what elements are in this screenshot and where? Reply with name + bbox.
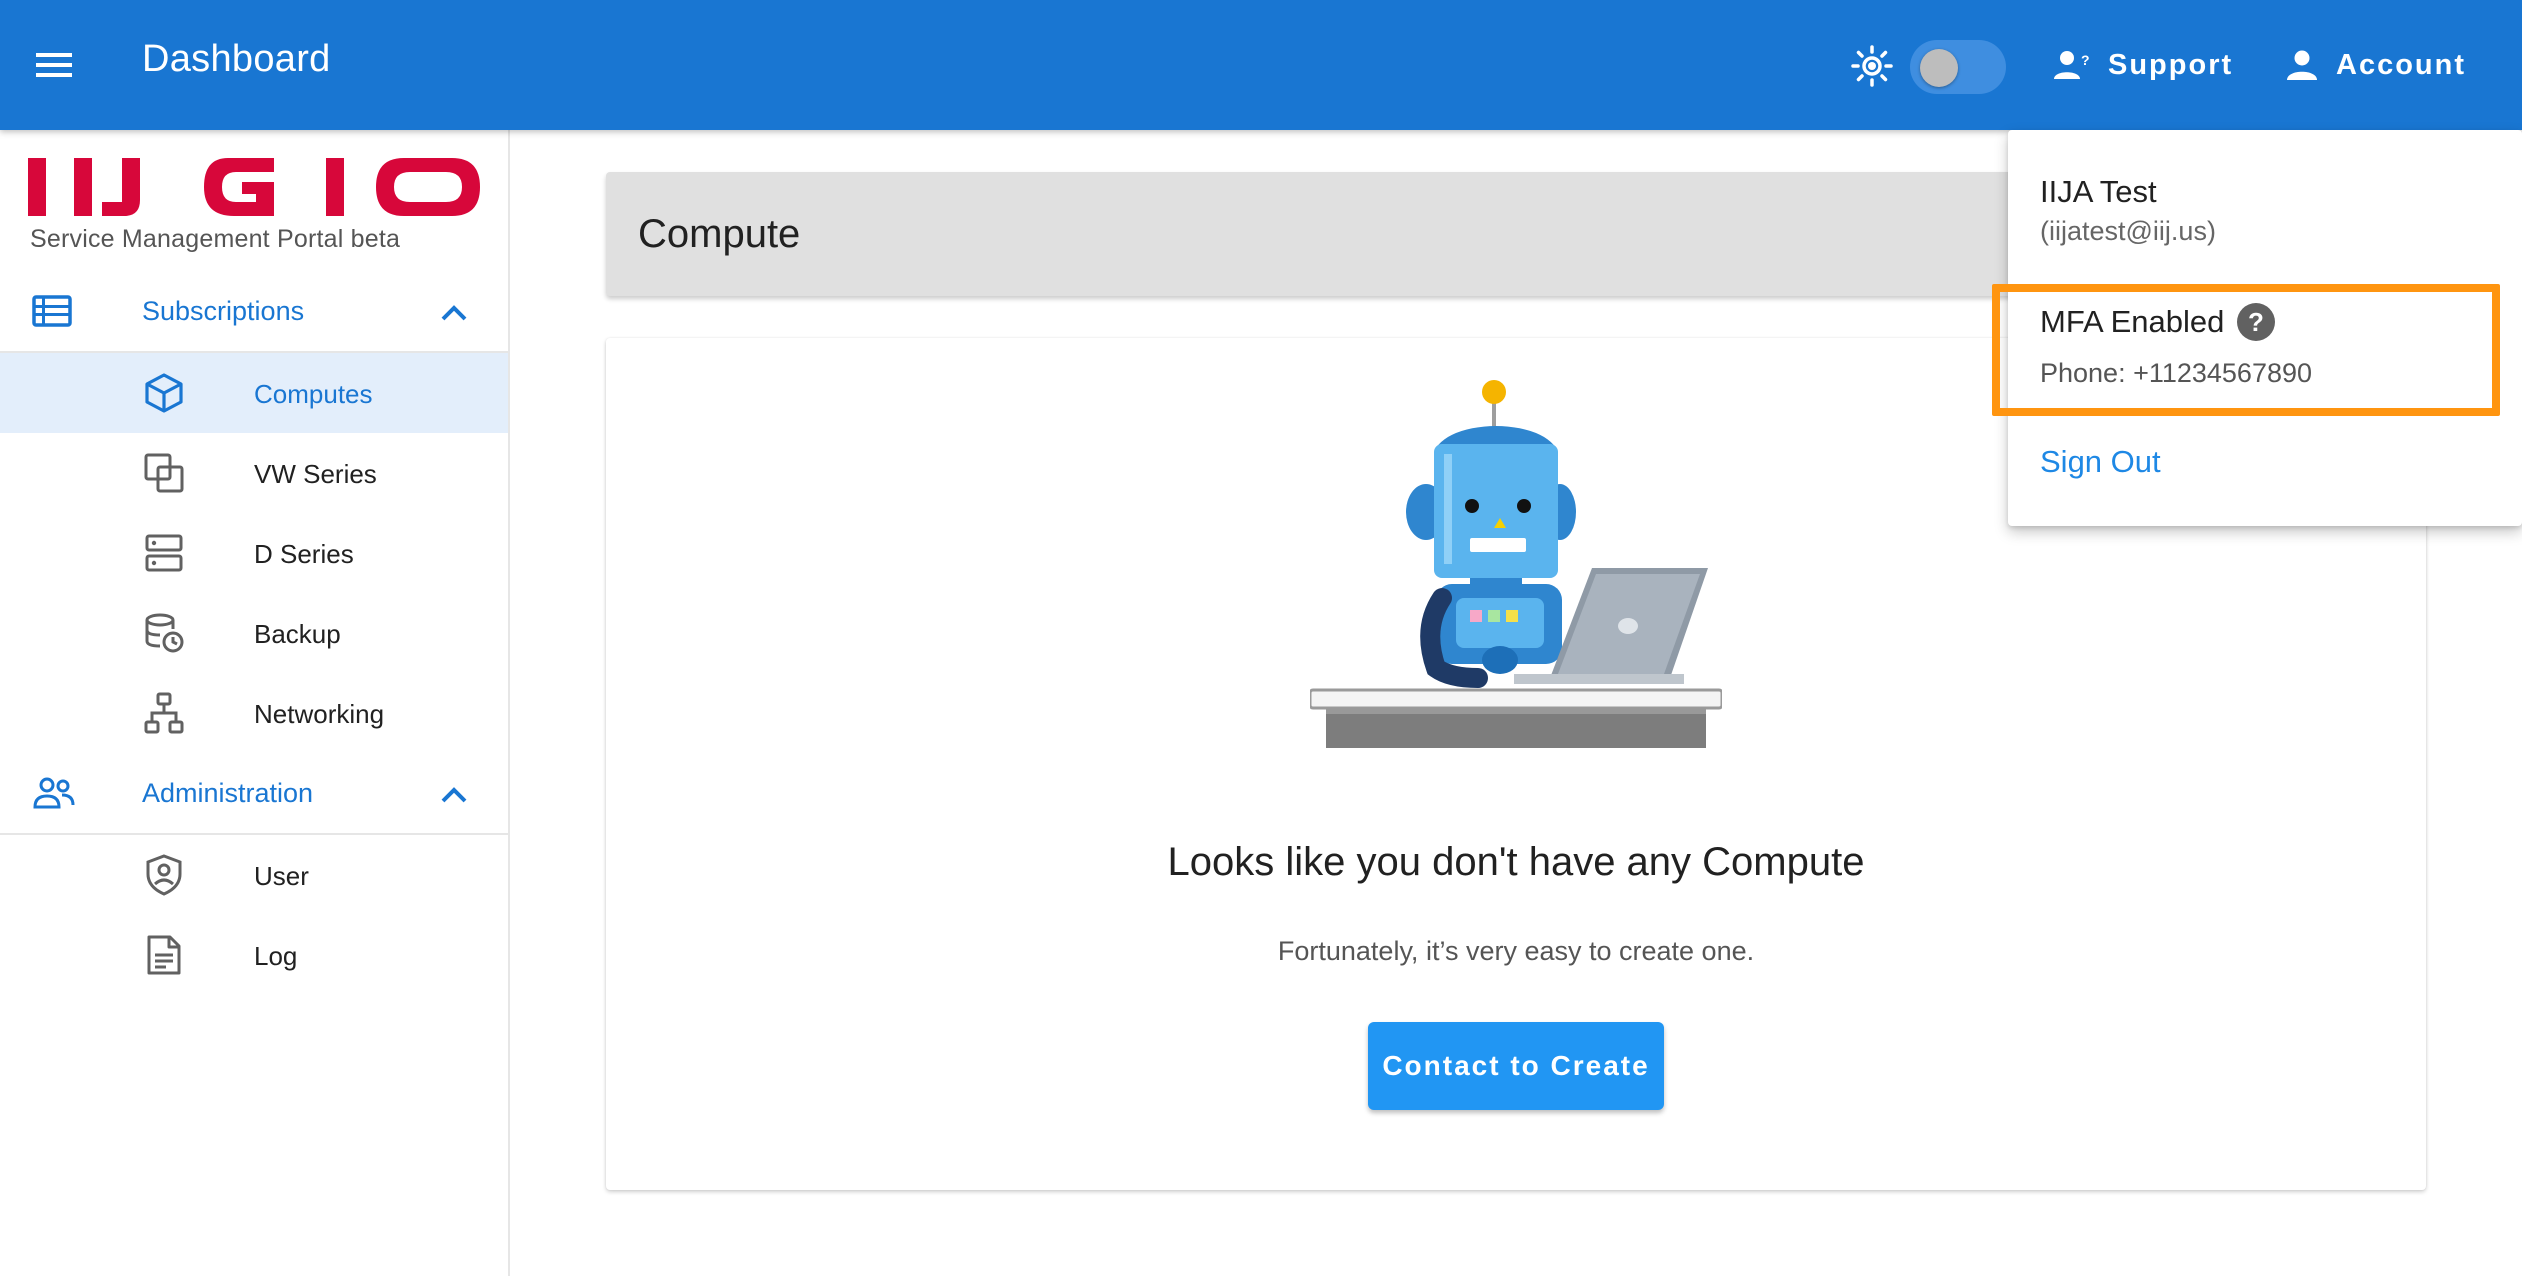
chevron-up-icon[interactable]	[436, 777, 472, 813]
account-menu-button[interactable]: Account	[2284, 40, 2466, 90]
support-link[interactable]: ? Support	[2052, 40, 2233, 90]
mfa-label: MFA Enabled	[2040, 304, 2225, 339]
help-icon[interactable]: ?	[2236, 302, 2276, 342]
brightness-icon	[1851, 45, 1893, 87]
account-label: Account	[2336, 48, 2466, 81]
support-person-icon: ?	[2054, 51, 2090, 79]
section-label: Administration	[142, 778, 314, 808]
menu-button[interactable]	[24, 40, 84, 90]
contact-to-create-button[interactable]: Contact to Create	[1368, 1022, 1664, 1110]
sidebar-item-d-series[interactable]: D Series	[0, 513, 508, 593]
mfa-phone: Phone: +11234567890	[2040, 358, 2313, 388]
sidebar-item-vw-series[interactable]: VW Series	[0, 433, 508, 513]
database-clock-icon	[145, 613, 184, 653]
sidebar: Service Management Portal beta Subscript…	[0, 130, 510, 1276]
sidebar-item-user[interactable]: User	[0, 835, 508, 915]
section-title: Compute	[638, 212, 801, 256]
hamburger-icon	[36, 53, 72, 77]
sidebar-item-computes[interactable]: Computes	[0, 353, 508, 433]
user-name: IIJA Test	[2040, 174, 2157, 209]
theme-switch[interactable]	[1850, 36, 2010, 96]
person-icon	[2287, 50, 2317, 80]
list-icon	[32, 295, 72, 327]
cube-icon	[145, 373, 183, 413]
iij-gio-logo	[28, 158, 480, 216]
shield-user-icon	[146, 854, 182, 896]
sidebar-item-label: User	[254, 861, 309, 891]
network-icon	[144, 692, 184, 734]
sidebar-item-label: D Series	[254, 539, 354, 569]
sidebar-item-label: Log	[254, 941, 298, 971]
empty-state-title: Looks like you don't have any Compute	[1167, 840, 1865, 884]
empty-state-subtitle: Fortunately, it’s very easy to create on…	[1277, 936, 1755, 966]
theme-toggle-knob[interactable]	[1920, 49, 1958, 87]
portal-subtitle: Service Management Portal beta	[30, 225, 401, 253]
section-label: Subscriptions	[142, 296, 305, 326]
section-subscriptions[interactable]: Subscriptions	[0, 273, 508, 351]
sidebar-item-networking[interactable]: Networking	[0, 673, 508, 753]
document-icon	[147, 935, 181, 975]
svg-text:?: ?	[2248, 307, 2264, 337]
page-title: Dashboard	[142, 38, 331, 80]
sidebar-item-label: VW Series	[254, 459, 377, 489]
support-label: Support	[2108, 48, 2234, 81]
sidebar-item-log[interactable]: Log	[0, 915, 508, 995]
theme-toggle-track[interactable]	[1910, 40, 2006, 94]
robot-illustration	[1310, 380, 1722, 748]
chevron-up-icon[interactable]	[436, 295, 472, 331]
user-email: (iijatest@iij.us)	[2040, 216, 2216, 246]
svg-text:?: ?	[2081, 52, 2090, 68]
sidebar-item-label: Networking	[254, 699, 385, 729]
section-administration[interactable]: Administration	[0, 755, 508, 833]
sign-out-link[interactable]: Sign Out	[2040, 444, 2161, 480]
top-app-bar: Dashboard ? Support Account	[0, 0, 2522, 130]
copy-squares-icon	[144, 453, 184, 493]
sidebar-item-label: Computes	[254, 379, 373, 409]
account-dropdown: IIJA Test (iijatest@iij.us) MFA Enabled …	[1992, 130, 2522, 526]
people-icon	[33, 777, 75, 809]
mfa-status: MFA Enabled ?	[2040, 302, 2276, 342]
sidebar-item-label: Backup	[254, 619, 341, 649]
server-icon	[145, 534, 183, 572]
sidebar-item-backup[interactable]: Backup	[0, 593, 508, 673]
